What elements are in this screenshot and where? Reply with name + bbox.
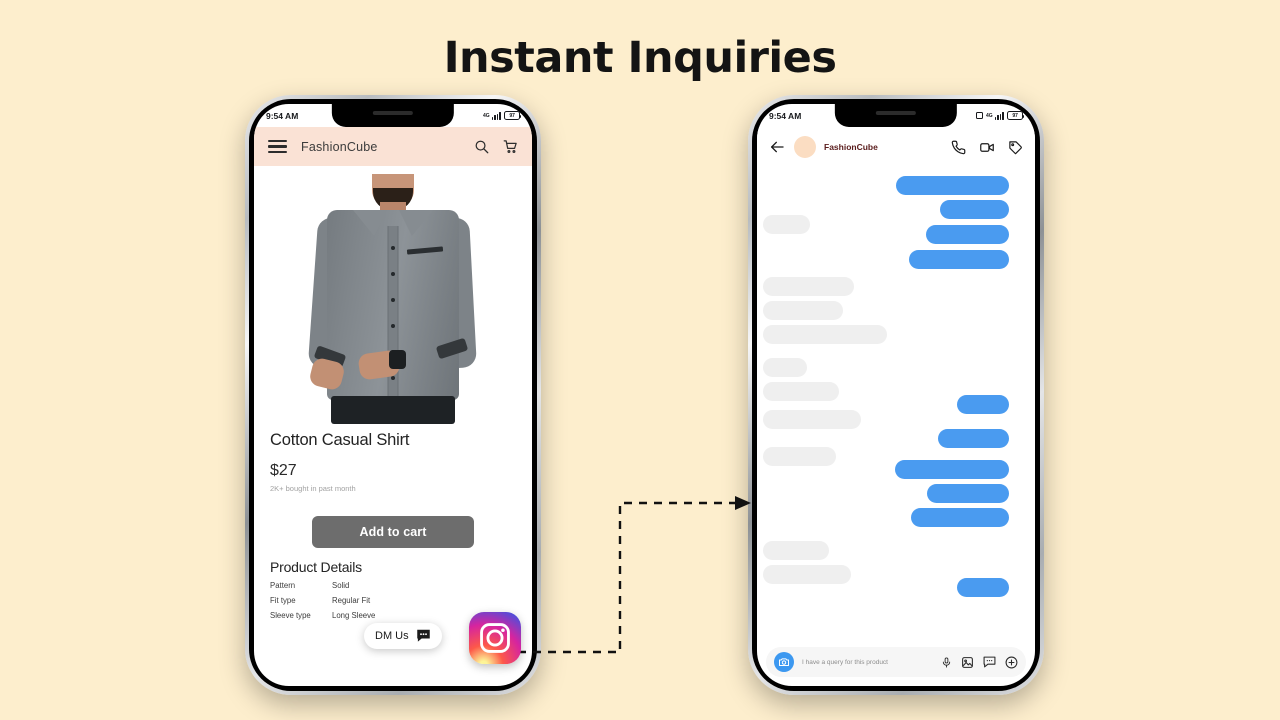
battery-icon: 97 (1007, 111, 1025, 120)
right-phone-screen: 9:54 AM 4G 97 FashionCube I have a query… (757, 104, 1035, 686)
search-icon[interactable] (474, 139, 489, 154)
page-title: Instant Inquiries (443, 33, 837, 83)
incoming-message-bubble (763, 410, 861, 429)
network-label: 4G (482, 112, 490, 119)
incoming-message-bubble (763, 277, 854, 296)
incoming-message-bubble (763, 565, 851, 584)
flow-connector (518, 496, 751, 654)
outgoing-message-bubble (957, 395, 1009, 414)
price-tag-icon[interactable] (1008, 140, 1023, 155)
battery-percent: 97 (1012, 112, 1018, 119)
shopping-cart-icon[interactable] (503, 139, 518, 154)
plus-circle-icon[interactable] (1005, 656, 1018, 669)
spec-value: Regular Fit (332, 596, 371, 605)
spec-value: Long Sleeve (332, 611, 376, 620)
network-label: 4G (985, 112, 993, 119)
status-time: 9:54 AM (266, 110, 299, 121)
signal-strength-icon (994, 112, 1004, 120)
avatar[interactable] (794, 136, 816, 158)
instagram-icon[interactable] (469, 612, 521, 664)
incoming-message-bubble (763, 215, 810, 234)
incoming-message-bubble (763, 382, 839, 401)
outgoing-message-bubble (957, 578, 1009, 597)
dashed-connector-line (518, 501, 735, 654)
microphone-icon[interactable] (941, 656, 952, 669)
product-social-proof: 2K+ bought in past month (270, 484, 356, 493)
chat-bubble-icon (416, 629, 430, 642)
product-title: Cotton Casual Shirt (270, 431, 410, 449)
incoming-message-bubble (763, 358, 807, 377)
signal-strength-icon (491, 112, 501, 120)
phone-call-icon[interactable] (951, 140, 966, 155)
sticker-icon[interactable] (983, 656, 996, 668)
video-camera-icon[interactable] (979, 140, 995, 155)
incoming-message-bubble (763, 325, 887, 344)
outgoing-message-bubble (938, 429, 1009, 448)
table-row: Pattern Solid (270, 581, 516, 590)
outgoing-message-bubble (909, 250, 1009, 269)
incoming-message-bubble (763, 301, 843, 320)
earpiece-speaker (876, 111, 916, 115)
screenshot-indicator-icon (975, 112, 983, 119)
outgoing-message-bubble (895, 460, 1009, 479)
hamburger-menu-icon[interactable] (268, 139, 287, 154)
outgoing-message-bubble (911, 508, 1009, 527)
right-phone-mockup: 9:54 AM 4G 97 FashionCube I have a query… (748, 95, 1044, 695)
left-phone-mockup: 9:54 AM 4G 97 FashionCube Cotton Casual … (245, 95, 541, 695)
message-input[interactable]: I have a query for this product (802, 659, 933, 666)
phone-notch (331, 104, 455, 127)
outgoing-message-bubble (940, 200, 1009, 219)
incoming-message-bubble (763, 541, 829, 560)
outgoing-message-bubble (896, 176, 1009, 195)
table-row: Fit type Regular Fit (270, 596, 516, 605)
model-illustration (300, 174, 486, 429)
shop-app-header: FashionCube (254, 127, 532, 166)
incoming-message-bubble (763, 447, 836, 466)
dm-us-label: DM Us (375, 630, 409, 642)
battery-percent: 97 (509, 112, 515, 119)
earpiece-speaker (373, 111, 413, 115)
image-gallery-icon[interactable] (961, 656, 974, 669)
chat-message-list[interactable] (757, 167, 1035, 640)
shop-brand-name: FashionCube (301, 139, 378, 154)
left-phone-screen: 9:54 AM 4G 97 FashionCube Cotton Casual … (254, 104, 532, 686)
product-image (254, 166, 532, 431)
spec-key: Sleeve type (270, 611, 311, 620)
add-to-cart-button[interactable]: Add to cart (312, 516, 474, 548)
outgoing-message-bubble (926, 225, 1009, 244)
spec-key: Pattern (270, 581, 296, 590)
product-price: $27 (270, 462, 297, 479)
product-info: Cotton Casual Shirt $27 2K+ bought in pa… (254, 431, 532, 493)
status-time: 9:54 AM (769, 110, 802, 121)
spec-value: Solid (332, 581, 350, 590)
product-details-heading: Product Details (270, 559, 362, 575)
outgoing-message-bubble (927, 484, 1009, 503)
battery-icon: 97 (504, 111, 522, 120)
message-composer[interactable]: I have a query for this product (766, 647, 1026, 677)
dm-contact-name: FashionCube (824, 142, 878, 152)
dm-us-button[interactable]: DM Us (364, 623, 442, 649)
spec-key: Fit type (270, 596, 296, 605)
product-details-section: Product Details Pattern Solid Fit type R… (270, 559, 516, 620)
back-arrow-icon[interactable] (769, 139, 785, 155)
phone-notch (834, 104, 958, 127)
camera-icon[interactable] (774, 652, 794, 672)
dm-header: FashionCube (757, 127, 1035, 167)
